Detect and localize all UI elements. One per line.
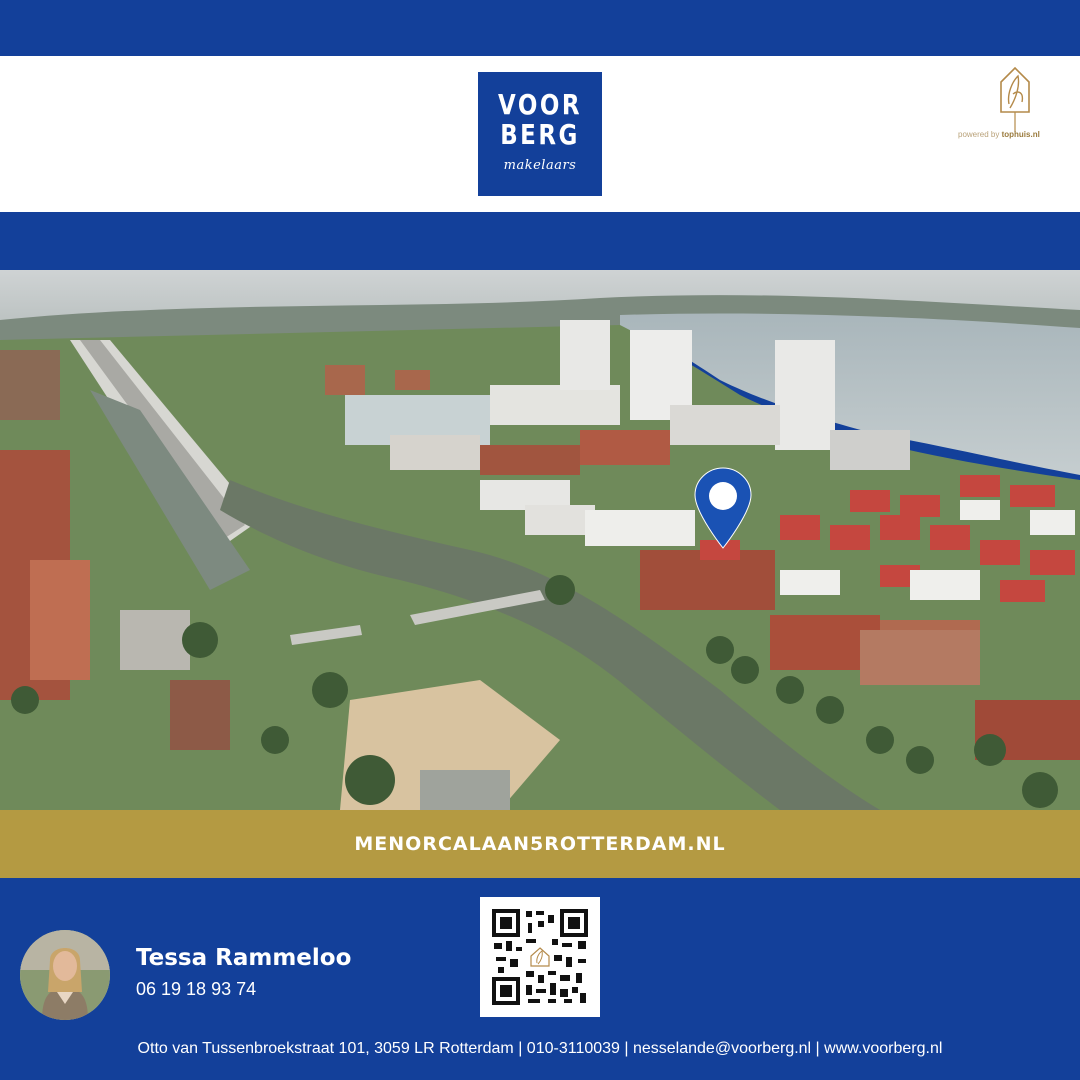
header-bar: VOOR BERG makelaars powered by tophuis.n… — [0, 56, 1080, 212]
powered-by-text: powered by tophuis.nl — [958, 130, 1040, 139]
tophuis-badge[interactable]: powered by tophuis.nl — [958, 64, 1040, 148]
agent-avatar — [20, 930, 110, 1020]
website-url[interactable]: MENORCALAAN5ROTTERDAM.NL — [354, 833, 725, 855]
powered-by-label: powered by — [958, 130, 1000, 139]
logo-line-3: makelaars — [503, 158, 577, 173]
agent-phone[interactable]: 06 19 18 93 74 — [136, 979, 256, 1000]
logo-line-1: VOOR — [498, 88, 582, 121]
website-banner[interactable]: MENORCALAAN5ROTTERDAM.NL — [0, 810, 1080, 878]
agent-name: Tessa Rammeloo — [136, 945, 352, 971]
tophuis-logo-icon — [1000, 66, 1030, 132]
footer-contact: Otto van Tussenbroekstraat 101, 3059 LR … — [137, 1040, 943, 1057]
qr-code[interactable] — [480, 897, 600, 1017]
top-blue-band — [0, 0, 1080, 56]
aerial-photo — [0, 270, 1080, 810]
middle-blue-band — [0, 212, 1080, 270]
tophuis-brand: tophuis.nl — [1001, 130, 1040, 139]
logo-line-2: BERG — [500, 118, 580, 151]
voorberg-logo[interactable]: VOOR BERG makelaars — [478, 72, 602, 196]
qr-code-icon — [492, 909, 588, 1005]
